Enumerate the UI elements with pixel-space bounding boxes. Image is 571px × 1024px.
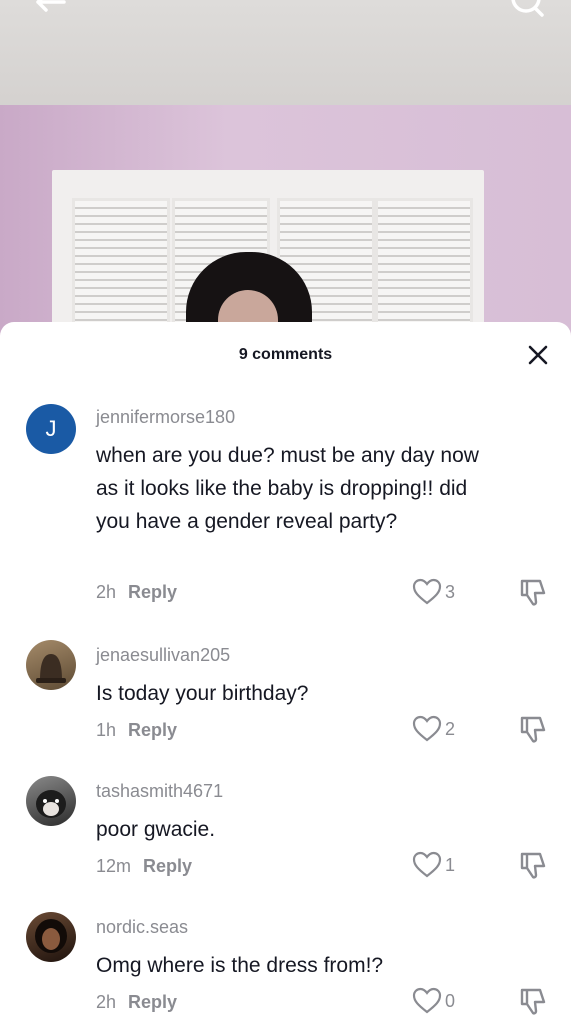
reply-button[interactable]: Reply (128, 720, 177, 740)
comment-meta: 1h Reply (96, 720, 177, 741)
like-button[interactable]: 0 (412, 986, 472, 1016)
ceiling (0, 0, 571, 110)
comment-time: 2h (96, 582, 117, 602)
dislike-icon[interactable] (518, 987, 548, 1017)
comment-text: Omg where is the dress from!? (96, 954, 384, 977)
avatar[interactable]: J (26, 404, 76, 454)
search-icon[interactable] (510, 0, 544, 20)
close-icon[interactable] (527, 344, 549, 366)
comments-sheet: 9 comments J jennifermorse180 when are y… (0, 322, 571, 1024)
avatar[interactable] (26, 912, 76, 962)
heart-icon (412, 578, 442, 605)
heart-icon (412, 987, 442, 1014)
avatar[interactable] (26, 640, 76, 690)
dislike-icon[interactable] (518, 715, 548, 745)
closet-door (375, 198, 473, 340)
comment-time: 1h (96, 720, 117, 740)
heart-icon (412, 851, 442, 878)
like-count: 3 (445, 581, 456, 602)
reply-button[interactable]: Reply (143, 856, 192, 876)
like-count: 1 (445, 854, 456, 875)
video-frame (0, 0, 571, 340)
heart-icon (412, 715, 442, 742)
like-button[interactable]: 1 (412, 850, 472, 880)
comment-username[interactable]: nordic.seas (96, 917, 188, 938)
reply-button[interactable]: Reply (128, 992, 177, 1012)
dog-icon (36, 790, 66, 818)
back-arrow-icon[interactable] (34, 0, 68, 20)
comments-count-title: 9 comments (238, 346, 333, 363)
reply-button[interactable]: Reply (128, 582, 177, 602)
person-avatar-icon (35, 919, 67, 953)
bell-icon (36, 654, 66, 683)
comment-meta: 2h Reply (96, 992, 177, 1013)
comment-text: when are you due? must be any day now as… (96, 444, 479, 533)
closet-door (72, 198, 170, 340)
comment-username[interactable]: jenaesullivan205 (96, 645, 230, 666)
comment-username[interactable]: tashasmith4671 (96, 781, 223, 802)
comment-time: 2h (96, 992, 117, 1012)
dislike-icon[interactable] (518, 578, 548, 608)
comment-username[interactable]: jennifermorse180 (96, 407, 235, 428)
like-count: 2 (445, 718, 456, 739)
like-count: 0 (445, 990, 456, 1011)
avatar[interactable] (26, 776, 76, 826)
comment-text: Is today your birthday? (96, 682, 309, 705)
dislike-icon[interactable] (518, 851, 548, 881)
like-button[interactable]: 3 (412, 577, 472, 607)
avatar-letter: J (45, 416, 57, 441)
comment-meta: 2h Reply (96, 582, 177, 603)
comment-meta: 12m Reply (96, 856, 192, 877)
like-button[interactable]: 2 (412, 714, 472, 744)
comment-time: 12m (96, 856, 132, 876)
comment-text: poor gwacie. (96, 818, 216, 841)
